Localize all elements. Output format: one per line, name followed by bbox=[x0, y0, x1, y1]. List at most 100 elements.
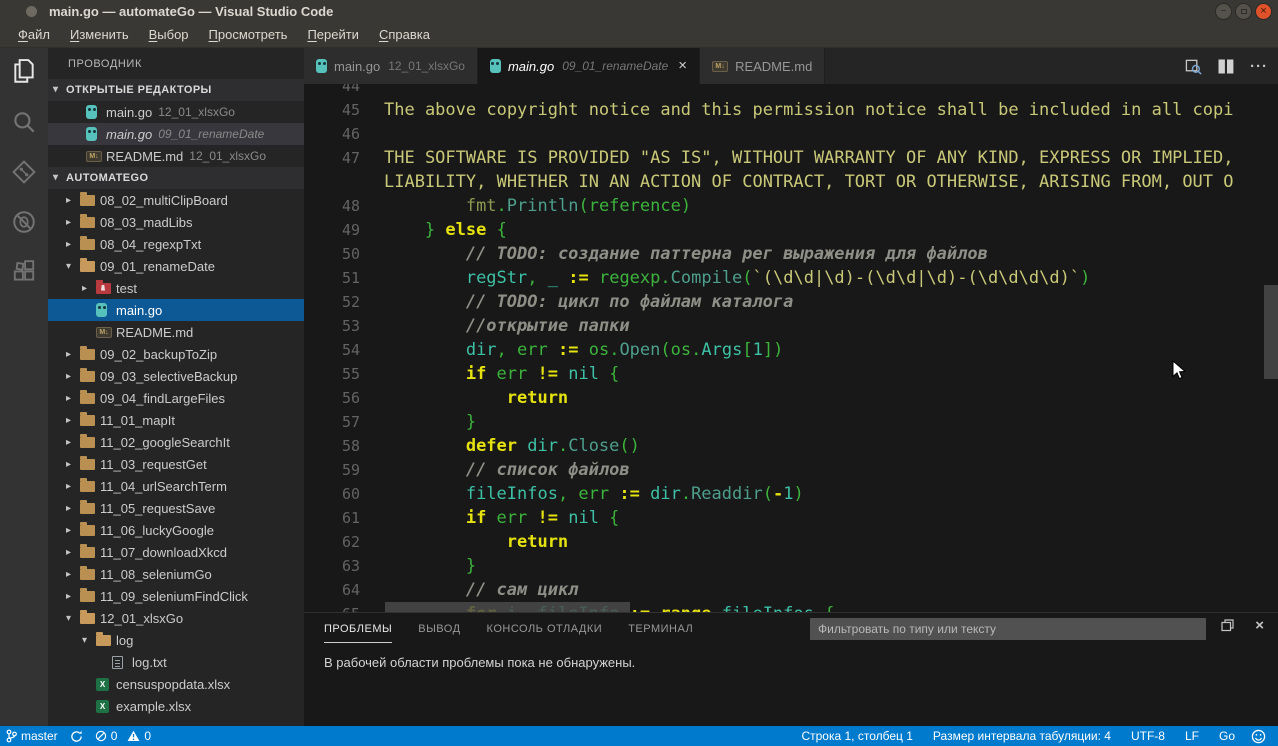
tree-item[interactable]: Xexample.xlsx bbox=[48, 695, 304, 717]
status-item[interactable]: UTF-8 bbox=[1121, 729, 1175, 743]
code-line[interactable]: 52// TODO: цикл по файлам каталога bbox=[304, 290, 1278, 314]
code-line[interactable]: 44 bbox=[304, 84, 1278, 98]
code-line[interactable]: 63} bbox=[304, 554, 1278, 578]
tree-item[interactable]: Xcensuspopdata.xlsx bbox=[48, 673, 304, 695]
code-line[interactable]: 59// список файлов bbox=[304, 458, 1278, 482]
minimize-button[interactable]: − bbox=[1215, 3, 1232, 20]
tree-item[interactable]: ▾12_01_xlsxGo bbox=[48, 607, 304, 629]
code-line[interactable]: 48fmt.Println(reference) bbox=[304, 194, 1278, 218]
line-number: 54 bbox=[304, 338, 360, 362]
menu-item[interactable]: Перейти bbox=[297, 22, 369, 47]
code-line[interactable]: 53//открытие папки bbox=[304, 314, 1278, 338]
tree-item[interactable]: log.txt bbox=[48, 651, 304, 673]
git-branch-status[interactable]: master bbox=[0, 726, 64, 746]
tree-item[interactable]: ▾log bbox=[48, 629, 304, 651]
tree-item[interactable]: ▸09_03_selectiveBackup bbox=[48, 365, 304, 387]
mouse-cursor bbox=[1172, 360, 1186, 386]
code-line[interactable]: 55if err != nil { bbox=[304, 362, 1278, 386]
status-item[interactable]: Строка 1, столбец 1 bbox=[791, 729, 922, 743]
code-line[interactable]: 57} bbox=[304, 410, 1278, 434]
status-item[interactable]: Go bbox=[1209, 729, 1245, 743]
problems-status[interactable]: 0 0 bbox=[89, 726, 157, 746]
problems-filter-input[interactable] bbox=[810, 618, 1206, 640]
code-line[interactable]: 61if err != nil { bbox=[304, 506, 1278, 530]
tree-item[interactable]: ▾09_01_renameDate bbox=[48, 255, 304, 277]
tree-item[interactable]: ▸08_02_multiClipBoard bbox=[48, 189, 304, 211]
maximize-button[interactable] bbox=[1235, 3, 1252, 20]
open-editor-item[interactable]: main.go12_01_xlsxGo bbox=[48, 101, 304, 123]
open-editor-item[interactable]: M↓README.md12_01_xlsxGo bbox=[48, 145, 304, 167]
menu-item[interactable]: Файл bbox=[8, 22, 60, 47]
editor-tab[interactable]: M↓README.md bbox=[700, 48, 825, 84]
code-line[interactable]: 51regStr, _ := regexp.Compile(`(\d\d|\d)… bbox=[304, 266, 1278, 290]
menu-item[interactable]: Справка bbox=[369, 22, 440, 47]
chevron-right-icon: ▸ bbox=[66, 371, 80, 382]
tree-item[interactable]: ▸11_03_requestGet bbox=[48, 453, 304, 475]
menu-item[interactable]: Изменить bbox=[60, 22, 139, 47]
menu-item[interactable]: Выбор bbox=[139, 22, 199, 47]
source-control-icon[interactable] bbox=[10, 158, 38, 186]
vertical-scrollbar[interactable] bbox=[1264, 285, 1278, 379]
tree-item-label: test bbox=[116, 281, 137, 296]
editor-tab[interactable]: main.go12_01_xlsxGo bbox=[304, 48, 478, 84]
close-panel-icon[interactable]: × bbox=[1255, 617, 1264, 634]
code-line[interactable]: 46 bbox=[304, 122, 1278, 146]
code-line[interactable]: 45The above copyright notice and this pe… bbox=[304, 98, 1278, 122]
code-line[interactable]: 49} else { bbox=[304, 218, 1278, 242]
code-line[interactable]: 54dir, err := os.Open(os.Args[1]) bbox=[304, 338, 1278, 362]
tree-item[interactable]: ▸11_02_googleSearchIt bbox=[48, 431, 304, 453]
extensions-icon[interactable] bbox=[10, 258, 38, 286]
open-editor-item[interactable]: main.go09_01_renameDate bbox=[48, 123, 304, 145]
debug-icon[interactable] bbox=[10, 208, 38, 236]
tree-item-label: 11_07_downloadXkcd bbox=[100, 545, 227, 560]
maximize-panel-icon[interactable] bbox=[1221, 619, 1234, 637]
more-actions-icon[interactable]: ··· bbox=[1250, 58, 1268, 75]
tree-item[interactable]: ▸11_01_mapIt bbox=[48, 409, 304, 431]
tree-item[interactable]: ▸11_09_seleniumFindClick bbox=[48, 585, 304, 607]
tree-item[interactable]: ▸11_04_urlSearchTerm bbox=[48, 475, 304, 497]
tree-item[interactable]: ▸09_02_backupToZip bbox=[48, 343, 304, 365]
feedback-smiley[interactable] bbox=[1245, 726, 1278, 746]
open-preview-icon[interactable] bbox=[1185, 58, 1202, 75]
open-editors-header[interactable]: ▾ ОТКРЫТЫЕ РЕДАКТОРЫ bbox=[48, 79, 304, 101]
code-line[interactable]: 62return bbox=[304, 530, 1278, 554]
code-line[interactable]: 58defer dir.Close() bbox=[304, 434, 1278, 458]
panel-tabs: ПРОБЛЕМЫ ВЫВОД КОНСОЛЬ ОТЛАДКИ ТЕРМИНАЛ bbox=[324, 614, 719, 643]
horizontal-scrollbar[interactable] bbox=[385, 602, 630, 612]
search-icon[interactable] bbox=[10, 108, 38, 136]
code-line[interactable]: LIABILITY, WHETHER IN AN ACTION OF CONTR… bbox=[304, 170, 1278, 194]
menu-item[interactable]: Просмотреть bbox=[199, 22, 298, 47]
tree-item[interactable]: ▸11_05_requestSave bbox=[48, 497, 304, 519]
code-editor[interactable]: 4445The above copyright notice and this … bbox=[304, 84, 1278, 612]
code-line[interactable]: 50// TODO: создание паттерна рег выражен… bbox=[304, 242, 1278, 266]
tree-item-label: 09_01_renameDate bbox=[100, 259, 215, 274]
tree-item[interactable]: M↓README.md bbox=[48, 321, 304, 343]
panel-tab[interactable]: ПРОБЛЕМЫ bbox=[324, 614, 392, 643]
code-line[interactable]: 56return bbox=[304, 386, 1278, 410]
tree-item[interactable]: ▸11_07_downloadXkcd bbox=[48, 541, 304, 563]
code-line[interactable]: 47THE SOFTWARE IS PROVIDED "AS IS", WITH… bbox=[304, 146, 1278, 170]
close-icon[interactable]: × bbox=[678, 59, 687, 73]
line-number: 63 bbox=[304, 554, 360, 578]
panel-tab[interactable]: ТЕРМИНАЛ bbox=[628, 614, 693, 643]
tree-item[interactable]: ▸11_06_luckyGoogle bbox=[48, 519, 304, 541]
status-item[interactable]: LF bbox=[1175, 729, 1209, 743]
tree-item[interactable]: ▸08_03_madLibs bbox=[48, 211, 304, 233]
panel-tab[interactable]: КОНСОЛЬ ОТЛАДКИ bbox=[487, 614, 603, 643]
explorer-icon[interactable] bbox=[10, 58, 38, 86]
tree-item[interactable]: ▸test bbox=[48, 277, 304, 299]
project-header[interactable]: ▾ AUTOMATEGO bbox=[48, 167, 304, 189]
editor-tab[interactable]: main.go09_01_renameDate× bbox=[478, 48, 700, 84]
tree-item[interactable]: ▸08_04_regexpTxt bbox=[48, 233, 304, 255]
code-line[interactable]: 64// сам цикл bbox=[304, 578, 1278, 602]
sync-button[interactable] bbox=[64, 726, 89, 746]
panel-tab[interactable]: ВЫВОД bbox=[418, 614, 460, 643]
close-button[interactable]: × bbox=[1255, 3, 1272, 20]
tree-item[interactable]: main.go bbox=[48, 299, 304, 321]
line-text bbox=[360, 84, 384, 98]
split-editor-icon[interactable] bbox=[1218, 59, 1234, 74]
tree-item[interactable]: ▸09_04_findLargeFiles bbox=[48, 387, 304, 409]
status-item[interactable]: Размер интервала табуляции: 4 bbox=[923, 729, 1121, 743]
tree-item[interactable]: ▸11_08_seleniumGo bbox=[48, 563, 304, 585]
code-line[interactable]: 60fileInfos, err := dir.Readdir(-1) bbox=[304, 482, 1278, 506]
